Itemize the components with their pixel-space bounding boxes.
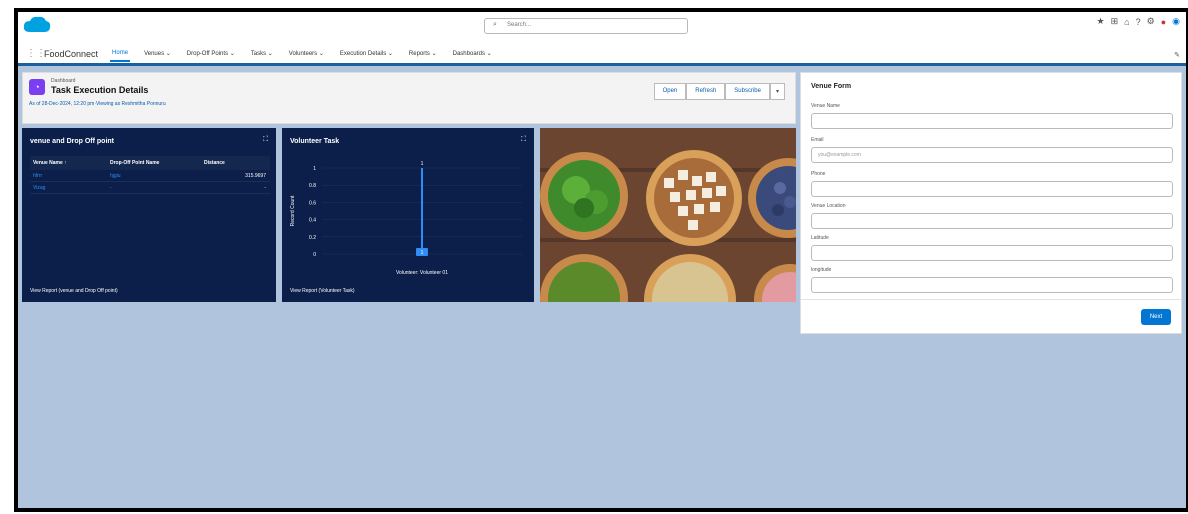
next-button[interactable]: Next (1141, 309, 1171, 325)
expand-icon[interactable]: ⛶ (521, 136, 526, 144)
add-icon[interactable]: ⊞ (1111, 16, 1119, 27)
tab-dashboards[interactable]: Dashboards ⌄ (451, 46, 494, 61)
table-cell: - (110, 184, 112, 191)
tab-tasks[interactable]: Tasks ⌄ (249, 46, 275, 61)
global-header: ⌕ Search... ★ ⊞ ⌂ ? ⚙ ● ◉ (18, 12, 1186, 44)
table-cell-link[interactable]: hfrrr (30, 173, 110, 179)
food-bowls-illustration (540, 128, 796, 302)
column-header-drop-off-point[interactable]: Drop-Off Point Name (110, 160, 204, 166)
dashboard-actions: Open Refresh Subscribe ▾ (653, 83, 785, 100)
y-tick-label: 0 (313, 252, 316, 258)
favorites-icon[interactable]: ★ (1097, 16, 1105, 27)
form-title: Venue Form (811, 83, 852, 90)
settings-icon[interactable]: ⚙ (1147, 16, 1155, 27)
y-tick-label: 0.4 (309, 218, 316, 224)
tab-volunteers[interactable]: Volunteers ⌄ (287, 46, 326, 61)
tab-venues[interactable]: Venues ⌄ (142, 46, 173, 61)
expand-icon[interactable]: ⛶ (263, 136, 268, 144)
volunteer-task-panel: Volunteer Task ⛶ 1 0.8 0.6 0.4 0.2 0 Record Co… (282, 128, 534, 302)
app-launcher-icon[interactable]: ⋮⋮⋮ (26, 48, 56, 59)
y-tick-label: 1 (313, 166, 316, 172)
x-category-label: Volunteer: Volunteer 01 (396, 270, 448, 276)
venue-table: Venue Name ↑ Drop-Off Point Name Distanc… (30, 156, 270, 194)
tab-drop-off-points[interactable]: Drop-Off Points ⌄ (185, 46, 237, 61)
tab-home[interactable]: Home (110, 46, 131, 62)
dashboard-header: ◔ Dashboard Task Execution Details As of… (22, 72, 796, 124)
search-input[interactable]: ⌕ Search... (484, 18, 688, 34)
latitude-label: Latitude (811, 235, 829, 241)
header-utilities: ★ ⊞ ⌂ ? ⚙ ● ◉ (1097, 16, 1180, 27)
app-nav-bar: ⋮⋮⋮ FoodConnect Home Venues ⌄ Drop-Off P… (18, 44, 1186, 66)
notification-bell-icon[interactable]: ● (1161, 17, 1166, 27)
volunteer-task-chart: 1 0.8 0.6 0.4 0.2 0 Record Count 1 1 Volunteer: V… (290, 161, 522, 276)
avatar-icon[interactable]: ◉ (1172, 16, 1180, 27)
food-bowls-image (540, 128, 796, 302)
help-icon[interactable]: ? (1136, 17, 1141, 27)
dashboard-meta: As of 28-Dec-2024, 12:20 pm·Viewing as R… (29, 101, 166, 107)
dashboard-type-label: Dashboard (51, 78, 76, 84)
column-header-distance[interactable]: Distance (204, 160, 270, 166)
venue-location-field[interactable] (811, 213, 1173, 229)
dashboard-icon: ◔ (29, 79, 45, 95)
form-divider (801, 299, 1181, 300)
panel-title: Volunteer Task (290, 138, 340, 145)
latitude-field[interactable] (811, 245, 1173, 261)
trailhead-icon[interactable]: ⌂ (1124, 17, 1129, 27)
column-header-venue-name[interactable]: Venue Name ↑ (30, 160, 110, 166)
venue-form: Venue Form Venue Name Email you@example.… (800, 72, 1182, 334)
table-row: Vizag - - (30, 182, 270, 194)
subscribe-button[interactable]: Subscribe (725, 83, 770, 100)
search-icon: ⌕ (493, 21, 497, 28)
bar (421, 168, 423, 254)
view-report-link[interactable]: View Report (venue and Drop Off point) (30, 288, 118, 294)
search-placeholder: Search... (507, 22, 532, 28)
pencil-icon[interactable]: ✎ (1174, 51, 1180, 59)
table-cell: - (264, 184, 266, 191)
view-report-link[interactable]: View Report (Volunteer Task) (290, 288, 355, 294)
tab-execution-details[interactable]: Execution Details ⌄ (338, 46, 395, 61)
page-title: Task Execution Details (51, 85, 149, 95)
y-axis-label: Record Count (290, 195, 296, 226)
salesforce-cloud-icon[interactable] (22, 14, 52, 36)
phone-field[interactable] (811, 181, 1173, 197)
table-cell: 315.9697 (245, 172, 266, 179)
tab-reports[interactable]: Reports ⌄ (407, 46, 439, 61)
venue-name-label: Venue Name (811, 103, 840, 109)
more-actions-button[interactable]: ▾ (769, 83, 785, 100)
longitude-label: longitude (811, 267, 832, 273)
data-label: 1 (421, 161, 424, 167)
email-label: Email (811, 137, 824, 143)
y-tick-label: 0.2 (309, 235, 316, 241)
table-cell-link[interactable]: Vizag (30, 185, 110, 191)
venue-dropoff-panel: venue and Drop Off point ⛶ Venue Name ↑ … (22, 128, 276, 302)
app-name: FoodConnect (44, 48, 99, 59)
longitude-field[interactable] (811, 277, 1173, 293)
refresh-button[interactable]: Refresh (686, 83, 726, 100)
venue-name-field[interactable] (811, 113, 1173, 129)
phone-label: Phone (811, 171, 826, 177)
panel-title: venue and Drop Off point (30, 138, 114, 145)
browser-frame: ⌕ Search... ★ ⊞ ⌂ ? ⚙ ● ◉ ⋮⋮⋮ FoodConnec… (14, 8, 1188, 512)
y-tick-label: 0.6 (309, 200, 316, 206)
table-header: Venue Name ↑ Drop-Off Point Name Distanc… (30, 156, 270, 170)
open-button[interactable]: Open (653, 83, 687, 100)
table-row: hfrrr hjgiu 315.9697 (30, 170, 270, 182)
category-tag-label: 1 (421, 250, 424, 256)
email-field[interactable]: you@example.com (811, 147, 1173, 163)
y-tick-label: 0.8 (309, 183, 316, 189)
table-cell-link[interactable]: hjgiu (110, 173, 204, 179)
venue-location-label: Venue Location (811, 203, 846, 209)
